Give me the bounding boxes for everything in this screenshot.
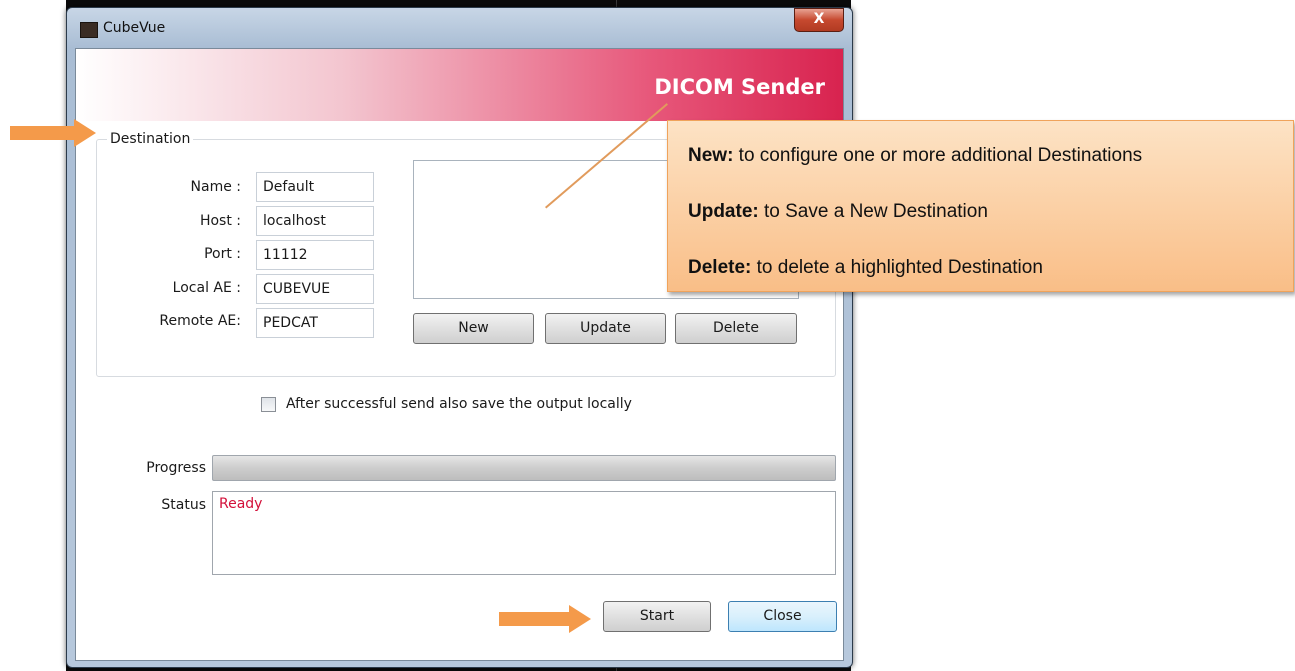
callout-text: to delete a highlighted Destination	[751, 257, 1043, 278]
new-button[interactable]: New	[413, 313, 534, 344]
host-field[interactable]: localhost	[256, 206, 374, 236]
status-text-box: Ready	[212, 491, 836, 575]
cube-app-icon	[80, 22, 98, 38]
local-ae-field[interactable]: CUBEVUE	[256, 274, 374, 304]
local-ae-label: Local AE :	[172, 280, 241, 296]
name-field[interactable]: Default	[256, 172, 374, 202]
callout-term: New:	[688, 145, 734, 166]
destination-group-label: Destination	[107, 131, 194, 147]
close-button[interactable]: Close	[728, 601, 837, 632]
callout-text: to configure one or more additional Dest…	[733, 145, 1143, 166]
port-field[interactable]: 11112	[256, 240, 374, 270]
port-label: Port :	[204, 246, 241, 262]
title-bar[interactable]: CubeVue X	[67, 8, 852, 48]
remote-ae-field[interactable]: PEDCAT	[256, 308, 374, 338]
header-banner: DICOM Sender	[76, 49, 843, 121]
page-title: DICOM Sender	[654, 75, 825, 99]
close-window-button[interactable]: X	[794, 8, 844, 32]
close-icon: X	[813, 11, 825, 27]
dicom-sender-dialog: CubeVue X DICOM Sender Destination Name …	[66, 7, 853, 668]
callout-term: Delete:	[688, 257, 752, 278]
status-label: Status	[161, 497, 206, 513]
save-locally-label: After successful send also save the outp…	[286, 396, 632, 412]
help-callout: New: to configure one or more additional…	[667, 120, 1294, 292]
start-button[interactable]: Start	[603, 601, 711, 632]
orange-arrow-icon	[499, 605, 591, 633]
window-title: CubeVue	[103, 20, 166, 36]
callout-term: Update:	[688, 201, 759, 222]
progress-label: Progress	[146, 460, 206, 476]
save-locally-checkbox[interactable]	[261, 397, 276, 412]
status-text: Ready	[219, 496, 263, 512]
callout-line-delete: Delete: to delete a highlighted Destinat…	[688, 257, 1043, 279]
host-label: Host :	[199, 213, 241, 229]
update-button[interactable]: Update	[545, 313, 666, 344]
callout-line-new: New: to configure one or more additional…	[688, 145, 1142, 167]
progress-bar	[212, 455, 836, 481]
remote-ae-label: Remote AE:	[159, 313, 241, 329]
name-label: Name :	[190, 179, 241, 195]
callout-text: to Save a New Destination	[758, 201, 988, 222]
callout-line-update: Update: to Save a New Destination	[688, 201, 988, 223]
orange-arrow-icon	[10, 119, 96, 147]
delete-button[interactable]: Delete	[675, 313, 797, 344]
